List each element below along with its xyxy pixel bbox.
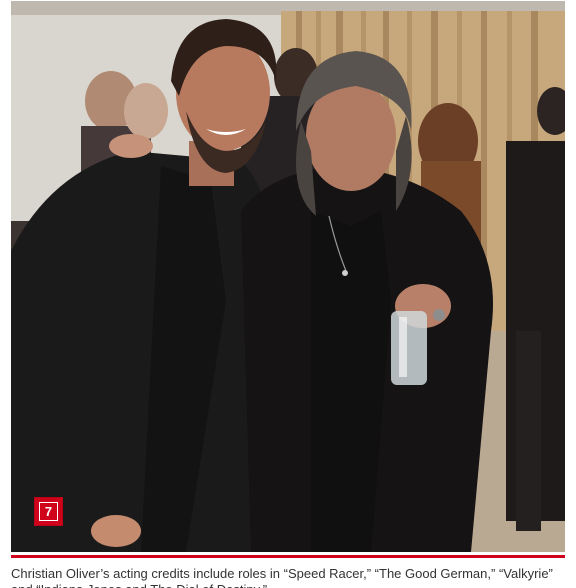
photo-illustration <box>11 1 565 552</box>
photo-caption: Christian Oliver’s acting credits includ… <box>11 566 553 588</box>
left-person-jacket <box>11 151 273 552</box>
photo[interactable] <box>11 1 565 552</box>
article-photo-module: 7 Christian Oliver’s acting credits incl… <box>0 0 576 588</box>
gallery-index-badge[interactable]: 7 <box>34 497 63 526</box>
caption-divider <box>11 555 565 558</box>
water-bottle <box>391 311 427 385</box>
gallery-index: 7 <box>39 502 58 521</box>
